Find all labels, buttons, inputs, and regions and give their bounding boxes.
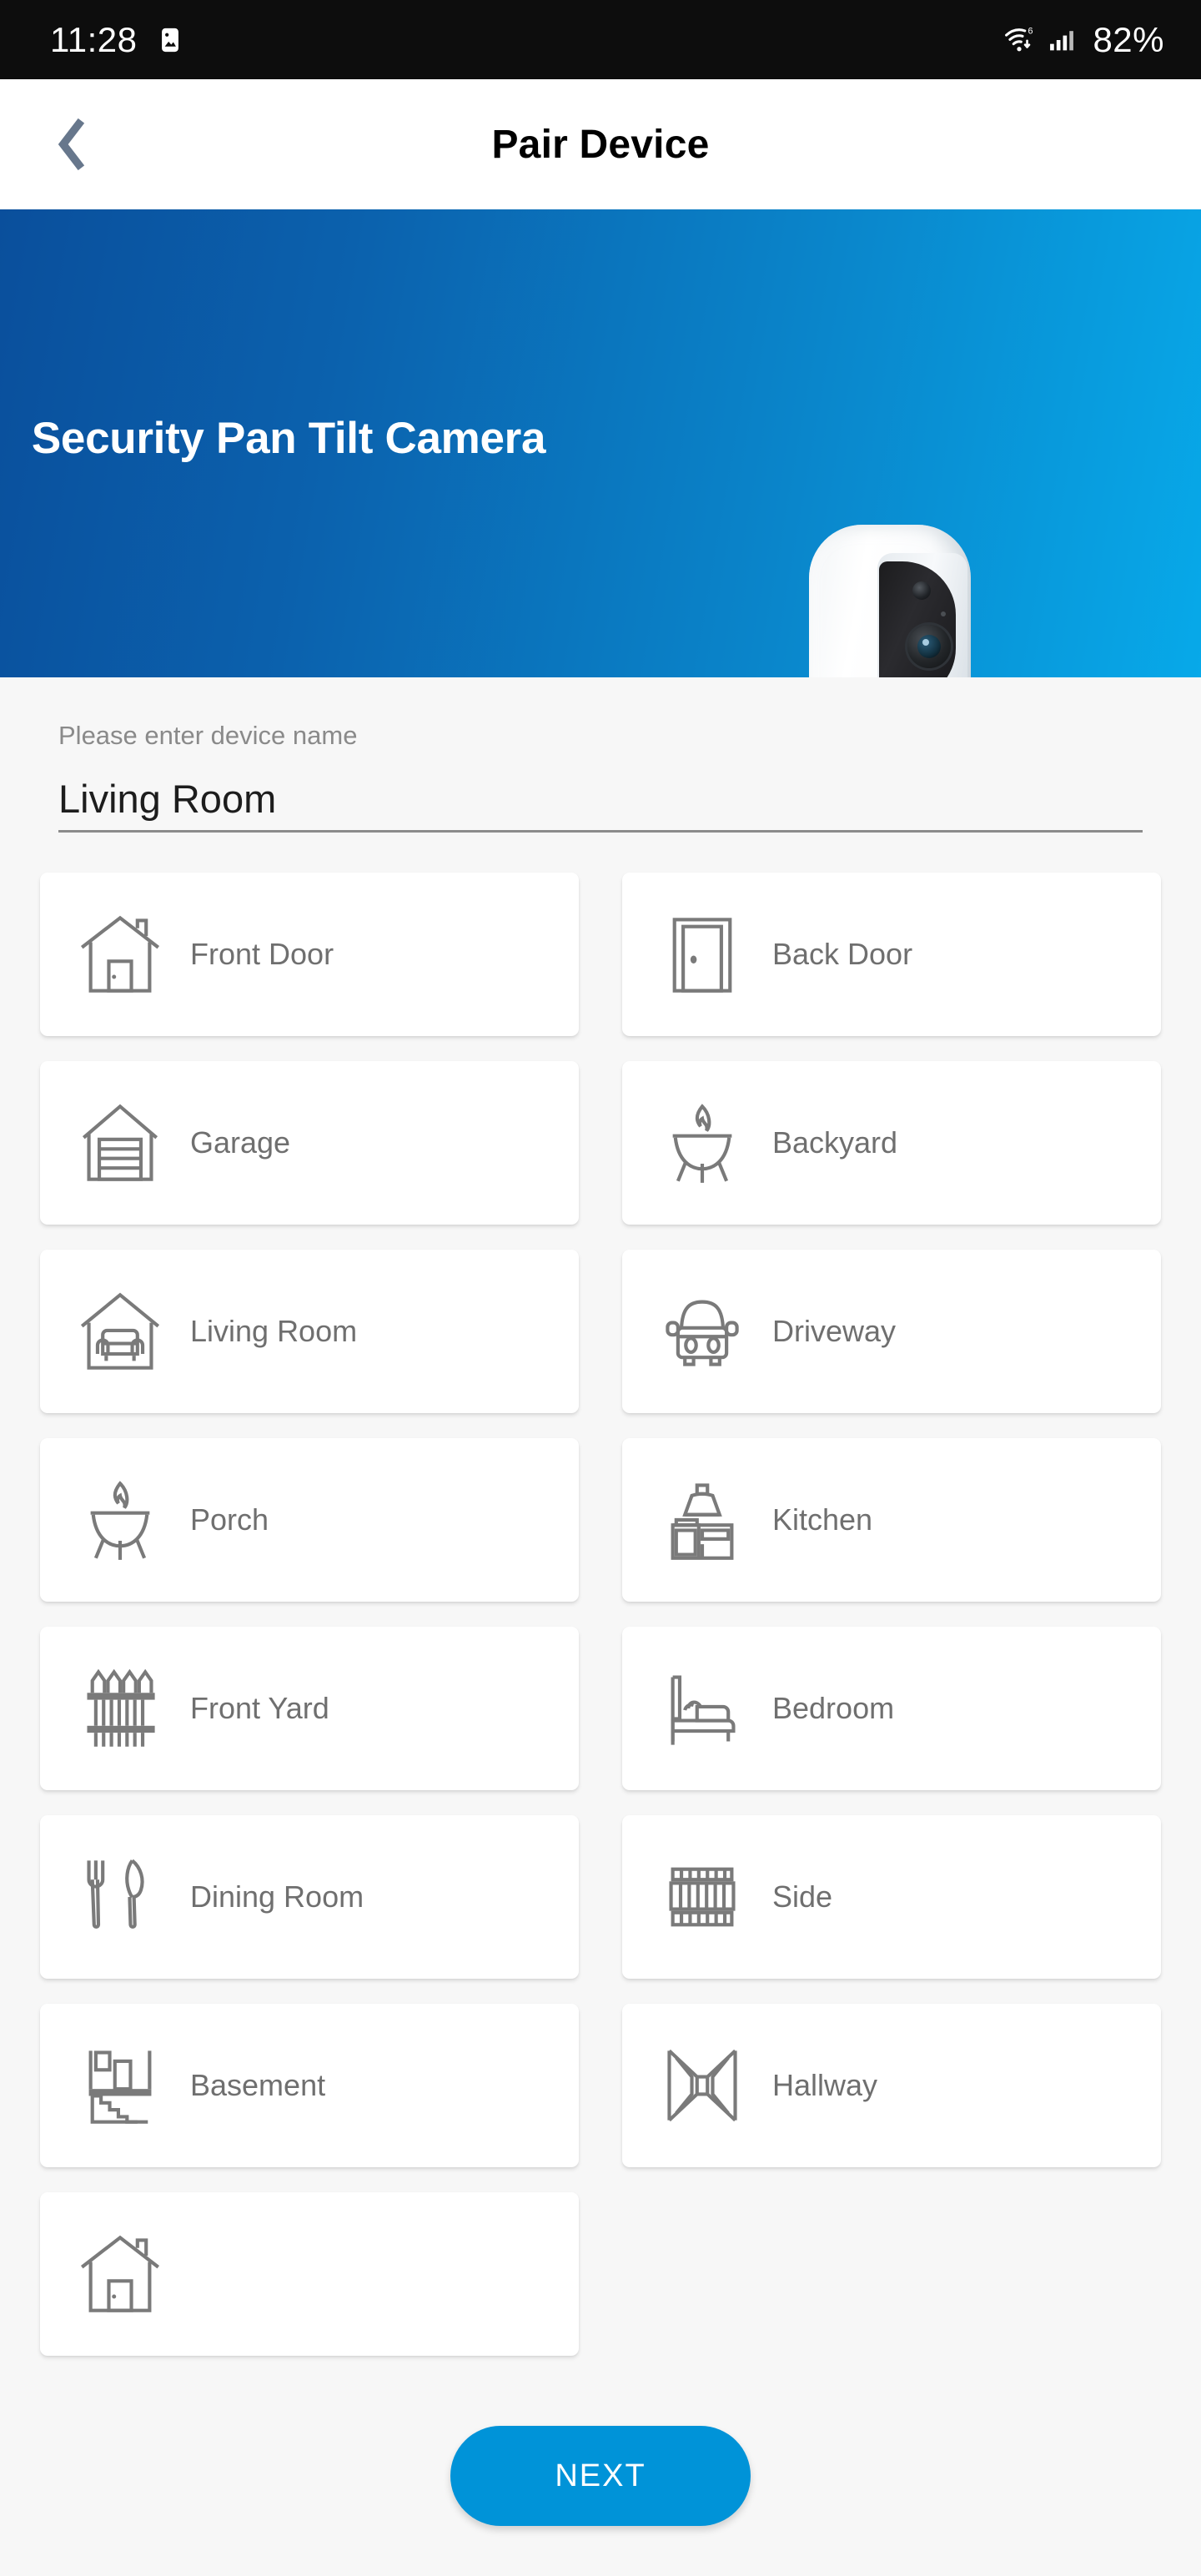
location-card[interactable]: Dining Room — [40, 1815, 579, 1979]
device-name-label: Please enter device name — [58, 721, 1143, 751]
camera-lens-inner — [917, 635, 941, 658]
back-button[interactable] — [42, 113, 105, 176]
location-card[interactable]: Driveway — [622, 1250, 1161, 1413]
camera-product-image: Swann — [794, 525, 986, 677]
grill-icon — [656, 1096, 749, 1190]
location-card[interactable]: Side — [622, 1815, 1161, 1979]
camera-lens-glint — [922, 639, 929, 646]
status-time: 11:28 — [50, 20, 138, 60]
basement-stairs-icon — [73, 2039, 167, 2132]
house-sofa-icon — [73, 1285, 167, 1378]
product-banner: Security Pan Tilt Camera Swann — [0, 209, 1201, 677]
location-card[interactable]: Hallway — [622, 2004, 1161, 2167]
location-card[interactable]: Front Door — [40, 873, 579, 1036]
location-label: Kitchen — [772, 1502, 872, 1537]
location-grid: Front Door Back Door Garage Backyard — [40, 873, 1161, 2356]
page-title: Pair Device — [0, 122, 1201, 168]
location-label: Basement — [190, 2068, 325, 2103]
door-icon — [656, 908, 749, 1001]
hallway-icon — [656, 2039, 749, 2132]
pair-device-screen: 11:28 6 82% — [0, 0, 1201, 2576]
location-label: Living Room — [190, 1314, 357, 1349]
location-label: Backyard — [772, 1125, 897, 1160]
product-title: Security Pan Tilt Camera — [30, 413, 547, 465]
location-card[interactable]: Front Yard — [40, 1627, 579, 1790]
house-door-icon — [73, 908, 167, 1001]
camera-mic — [941, 611, 946, 616]
location-card[interactable]: Bedroom — [622, 1627, 1161, 1790]
location-card[interactable]: Backyard — [622, 1061, 1161, 1225]
location-label: Side — [772, 1879, 832, 1914]
chevron-left-icon — [54, 118, 93, 171]
app-bar: Pair Device — [0, 79, 1201, 209]
bed-icon — [656, 1662, 749, 1755]
wifi-icon: 6 — [1003, 24, 1036, 56]
location-label: Front Yard — [190, 1691, 329, 1726]
garage-icon — [73, 1096, 167, 1190]
battery-percent: 82% — [1093, 20, 1164, 60]
picket-fence-icon — [73, 1662, 167, 1755]
location-card[interactable]: Back Door — [622, 873, 1161, 1036]
location-label: Driveway — [772, 1314, 896, 1349]
cellular-signal-icon — [1048, 26, 1076, 54]
location-label: Hallway — [772, 2068, 877, 2103]
device-name-input[interactable] — [58, 776, 1143, 822]
location-card[interactable] — [40, 2192, 579, 2356]
location-card[interactable]: Garage — [40, 1061, 579, 1225]
kitchen-icon — [656, 1473, 749, 1567]
location-card[interactable]: Porch — [40, 1438, 579, 1602]
location-label: Front Door — [190, 937, 334, 972]
status-bar-right: 6 82% — [1003, 20, 1164, 60]
location-card[interactable]: Living Room — [40, 1250, 579, 1413]
device-name-input-row[interactable] — [58, 776, 1143, 833]
location-card[interactable]: Kitchen — [622, 1438, 1161, 1602]
location-label: Bedroom — [772, 1691, 894, 1726]
image-icon — [156, 26, 184, 54]
camera-sensor — [912, 581, 931, 600]
house-door-icon — [73, 2227, 167, 2321]
bottom-action-bar: NEXT — [0, 2376, 1201, 2576]
grill-icon — [73, 1473, 167, 1567]
device-name-section: Please enter device name — [0, 677, 1201, 833]
location-label: Porch — [190, 1502, 269, 1537]
location-card[interactable]: Basement — [40, 2004, 579, 2167]
status-bar-left: 11:28 — [50, 20, 184, 60]
car-icon — [656, 1285, 749, 1378]
fork-knife-icon — [73, 1850, 167, 1944]
location-label: Back Door — [772, 937, 912, 972]
location-label: Dining Room — [190, 1879, 364, 1914]
fence-panel-icon — [656, 1850, 749, 1944]
location-label: Garage — [190, 1125, 290, 1160]
svg-text:6: 6 — [1028, 26, 1033, 36]
status-bar: 11:28 6 82% — [0, 0, 1201, 79]
next-button[interactable]: NEXT — [450, 2426, 751, 2526]
